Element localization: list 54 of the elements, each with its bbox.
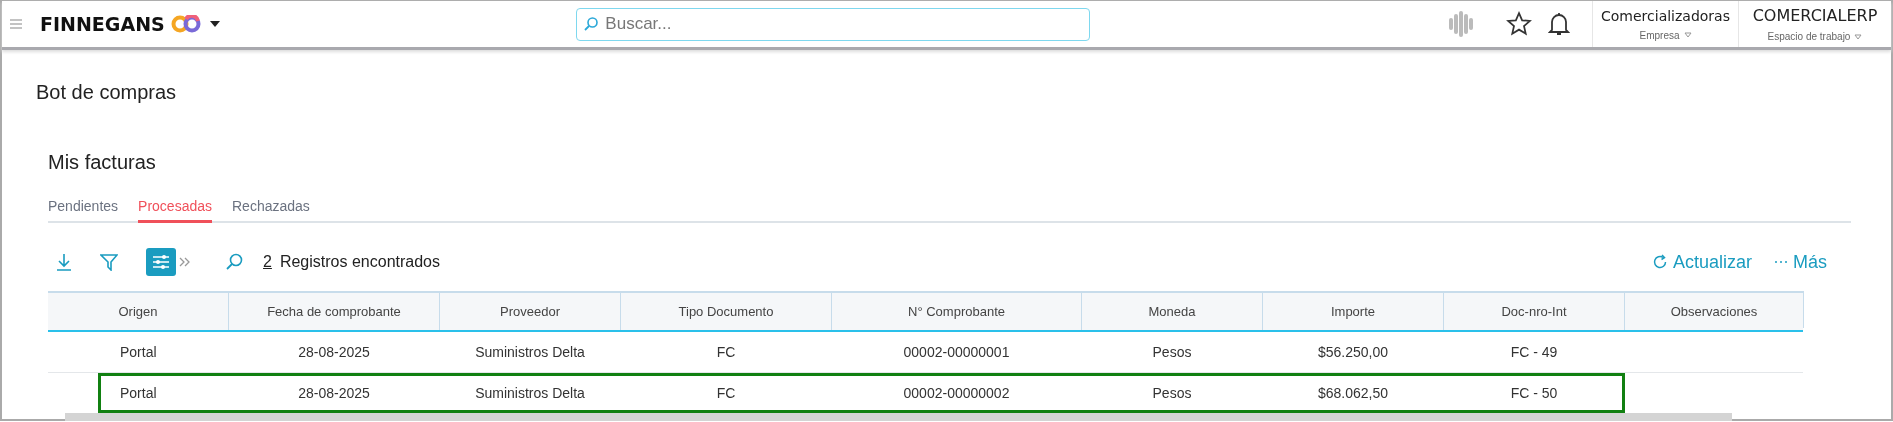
table-cell: Pesos <box>1152 344 1192 360</box>
column-header[interactable]: Proveedor <box>439 292 621 331</box>
tab[interactable]: Rechazadas <box>232 198 310 223</box>
table-cell: Portal <box>119 344 157 360</box>
table-cell: Portal <box>119 385 157 401</box>
columns-settings-button[interactable] <box>146 248 176 276</box>
horizontal-scrollbar[interactable] <box>65 413 1732 421</box>
table-cell: FC - 49 <box>1510 344 1558 360</box>
caret-icon <box>1683 32 1692 38</box>
tab[interactable]: Pendientes <box>48 198 119 223</box>
table-cell: $68.062,50 <box>1317 385 1389 401</box>
star-icon[interactable] <box>1506 11 1532 37</box>
company-selector[interactable]: Comercializadoras Empresa <box>1592 1 1738 47</box>
table-cell: 28-08-2025 <box>298 344 370 360</box>
search-bar[interactable]: Buscar... <box>576 7 1091 41</box>
table-cell: 00002-00000002 <box>903 385 1010 401</box>
bell-icon[interactable] <box>1548 11 1570 37</box>
more-dots-icon <box>1774 260 1788 264</box>
voice-wave-icon[interactable] <box>1446 9 1476 39</box>
table-cell: 28-08-2025 <box>298 385 370 401</box>
expand-chevron-icon[interactable] <box>179 257 191 267</box>
tab[interactable]: Procesadas <box>138 198 212 223</box>
column-header[interactable]: Importe <box>1262 292 1444 331</box>
table-cell: $56.250,00 <box>1317 344 1389 360</box>
column-header[interactable]: N° Comprobante <box>831 292 1082 331</box>
record-count: 2 <box>263 253 272 271</box>
rings-logo-icon <box>170 15 201 33</box>
table-cell: 00002-00000001 <box>903 344 1010 360</box>
workspace-selector[interactable]: COMERCIALERP Espacio de trabajo <box>1738 1 1891 47</box>
section-title: Mis facturas <box>48 151 157 174</box>
table-cell: FC - 50 <box>1510 385 1558 401</box>
table-cell: FC <box>716 385 736 401</box>
caret-icon <box>1854 33 1863 40</box>
column-header[interactable]: Moneda <box>1081 292 1263 331</box>
table-cell: Suministros Delta <box>475 344 585 360</box>
refresh-icon <box>1651 254 1668 270</box>
sliders-icon <box>152 254 170 270</box>
column-header[interactable]: Origen <box>48 292 229 331</box>
table-cell: Suministros Delta <box>475 385 585 401</box>
column-header[interactable]: Tipo Documento <box>620 292 832 331</box>
menu-icon[interactable] <box>10 19 22 29</box>
caret-icon[interactable] <box>208 20 221 28</box>
filter-icon[interactable] <box>100 253 118 271</box>
column-header[interactable]: Observaciones <box>1624 292 1803 331</box>
brand-logo-text: FINNEGANS <box>40 13 165 35</box>
page-title: Bot de compras <box>36 81 178 104</box>
table-cell: FC <box>716 344 736 360</box>
search-icon <box>583 16 600 32</box>
column-header[interactable]: Fecha de comprobante <box>228 292 440 331</box>
records-found-label: Registros encontrados <box>279 253 440 271</box>
download-icon[interactable] <box>56 253 72 271</box>
column-header[interactable]: Doc-nro-Int <box>1443 292 1625 331</box>
table-cell: Pesos <box>1152 385 1192 401</box>
search-icon[interactable] <box>225 253 243 271</box>
